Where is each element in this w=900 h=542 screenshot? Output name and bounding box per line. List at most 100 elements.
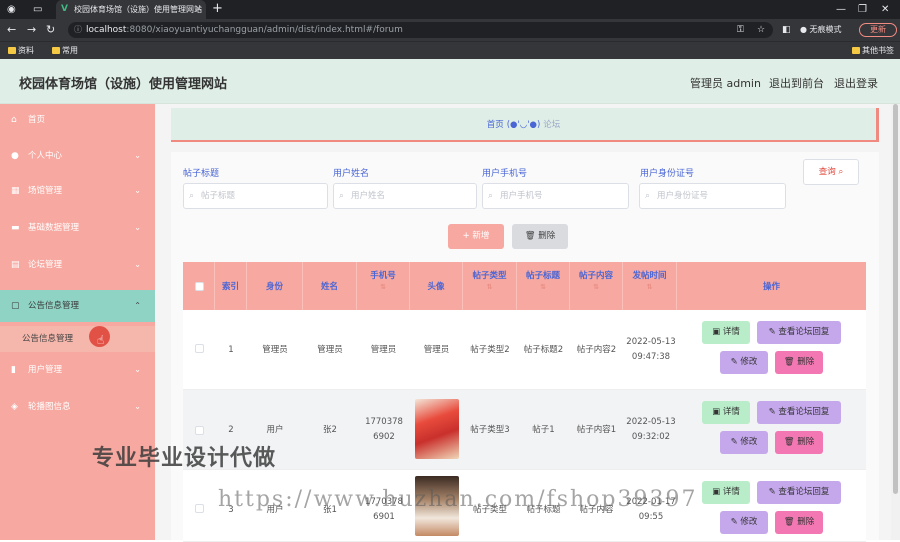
delete-button[interactable]: 🗑 删除 [775,351,823,374]
hand-cursor-icon: ☝ [97,333,105,347]
cell-index: 1 [228,344,234,355]
column-post-content[interactable]: 帖子内容 ⇅ [570,262,623,310]
column-post-time[interactable]: 发帖时间 ⇅ [623,262,677,310]
sidebar-item-label: 轮播图信息 [28,402,71,412]
row-checkbox[interactable] [195,504,204,513]
incognito-indicator[interactable]: ● 无痕模式 [800,22,842,38]
building-icon: ▦ [11,186,20,196]
minimize-icon[interactable]: — [836,0,846,19]
select-all-checkbox[interactable] [195,282,204,291]
title-filter-input[interactable]: ⌕ 帖子标题 [183,183,328,209]
column-label: 手机号 [370,271,396,281]
watermark-url: https://www.huzhan.com/fshop39397 [218,487,698,512]
update-button[interactable]: 更新 [859,23,897,37]
view-replies-button[interactable]: ✎ 查看论坛回复 [757,321,841,344]
edit-label: 修改 [740,437,758,447]
tab-list-icon[interactable]: ▭ [33,0,42,19]
user-icon: ● [11,151,19,161]
column-phone[interactable]: 手机号 ⇅ [357,262,410,310]
bookmark-folder-2[interactable]: 常用 [50,42,78,60]
avatar-image [415,399,459,459]
reload-icon[interactable]: ↻ [46,19,55,41]
row-checkbox[interactable] [195,344,204,353]
query-button[interactable]: 查询 ⌕ [803,159,859,185]
view-replies-button[interactable]: ✎ 查看论坛回复 [757,481,841,504]
sort-icon[interactable]: ⇅ [357,283,409,291]
sidebar-item-basic-data[interactable]: ▬ 基础数据管理 ⌄ [0,212,155,244]
column-post-title[interactable]: 帖子标题 ⇅ [517,262,570,310]
chrome-menu-icon[interactable]: ◉ [7,0,16,19]
delete-button[interactable]: 🗑 删除 [775,511,823,534]
edit-button[interactable]: ✎ 修改 [720,431,768,454]
column-post-type[interactable]: 帖子类型 ⇅ [463,262,517,310]
phone-filter-input[interactable]: ⌕ 用户手机号 [482,183,629,209]
bookmark-star-icon[interactable]: ☆ [757,19,765,41]
delete-button[interactable]: 🗑 删除 [775,431,823,454]
sidebar-item-profile[interactable]: ● 个人中心 ⌄ [0,140,155,172]
notice-icon: ▢ [11,301,20,311]
delete-label: 删除 [797,437,815,447]
page-scrollbar[interactable] [891,104,900,540]
logout-link[interactable]: 退出登录 [834,75,878,91]
add-button[interactable]: + 新增 [448,224,504,249]
edit-icon: ✎ [768,327,776,337]
restore-icon[interactable]: ❐ [858,0,867,19]
sort-icon[interactable]: ⇅ [463,283,516,291]
cell-post-type: 帖子类型2 [470,344,510,355]
back-icon[interactable]: ← [7,19,16,41]
other-bookmarks[interactable]: 其他书签 [850,42,894,60]
detail-button[interactable]: ▣ 详情 [702,321,750,344]
sidebar-item-home[interactable]: ⌂ 首页 [0,104,155,136]
sidebar-item-forum[interactable]: ▤ 论坛管理 ⌄ [0,249,155,281]
edit-button[interactable]: ✎ 修改 [720,351,768,374]
cell-post-content: 帖子内容2 [576,344,617,355]
column-avatar[interactable]: 头像 [410,262,463,310]
watermark-text: 专业毕业设计代做 [92,446,277,471]
bookmark-folder-1[interactable]: 资料 [6,42,34,60]
sidebar-item-carousel[interactable]: ◈ 轮播图信息 ⌄ [0,391,155,423]
column-label: 操作 [762,282,780,292]
idcard-filter-input[interactable]: ⌕ 用户身份证号 [639,183,786,209]
column-identity[interactable]: 身份 [247,262,303,310]
exit-to-front-link[interactable]: 退出到前台 [769,75,824,91]
detail-button[interactable]: ▣ 详情 [702,401,750,424]
submenu-item-notices[interactable]: 公告信息管理 [0,326,155,352]
sort-icon[interactable]: ⇅ [623,283,676,291]
tab-close-icon[interactable]: × [194,0,202,19]
sort-icon[interactable]: ⇅ [517,283,569,291]
name-filter-input[interactable]: ⌕ 用户姓名 [333,183,477,209]
row-checkbox[interactable] [195,426,204,435]
name-filter-label: 用户姓名 [333,169,370,179]
forward-icon[interactable]: → [27,19,36,41]
delete-label: 删除 [797,357,815,367]
column-name[interactable]: 姓名 [303,262,357,310]
sidebar-item-venues[interactable]: ▦ 场馆管理 ⌄ [0,175,155,207]
home-icon: ⌂ [11,115,17,125]
chart-icon: ▮ [11,365,16,375]
sidebar-item-users[interactable]: ▮ 用户管理 ⌄ [0,354,155,386]
scrollbar-thumb[interactable] [893,104,898,494]
column-label: 帖子类型 [472,271,507,281]
table-row: 1 管理员 管理员 管理员 管理员 帖子类型2 帖子标题2 帖子内容2 2022… [183,310,866,390]
sidebar-item-label: 首页 [28,115,46,125]
info-icon[interactable]: ⓘ [74,22,82,38]
detail-button[interactable]: ▣ 详情 [702,481,750,504]
sidebar-item-label: 场馆管理 [28,186,63,196]
batch-delete-button[interactable]: 🗑 删除 [512,224,568,249]
column-index[interactable]: 索引 [215,262,247,310]
row-select-cell [183,310,215,390]
address-field[interactable]: ⓘ localhost:8080/xiaoyuantiyuchangguan/a… [68,22,773,38]
phone-filter-placeholder: 用户手机号 [500,191,543,201]
key-icon[interactable]: ⚿ [737,19,744,41]
browser-tab[interactable]: V 校园体育场馆（设施）使用管理网站 × [56,0,206,19]
view-replies-button[interactable]: ✎ 查看论坛回复 [757,401,841,424]
sidebar-item-notices[interactable]: ▢ 公告信息管理 ⌃ [0,290,155,322]
new-tab-button[interactable]: + [212,0,223,18]
close-window-icon[interactable]: ✕ [881,0,889,19]
cell-name: 管理员 [317,344,343,355]
breadcrumb-home[interactable]: 首页 [487,120,504,130]
edit-button[interactable]: ✎ 修改 [720,511,768,534]
column-label: 帖子标题 [525,271,560,281]
sort-icon[interactable]: ⇅ [570,283,622,291]
side-panel-icon[interactable]: ◧ [782,19,791,41]
